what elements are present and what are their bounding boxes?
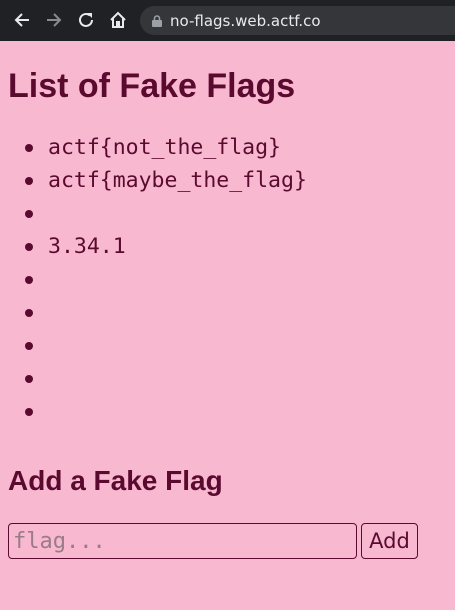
page-content: List of Fake Flags actf{not_the_flag} act…	[0, 41, 455, 559]
flag-text: actf{maybe_the_flag}	[48, 168, 307, 193]
back-arrow-icon[interactable]	[13, 11, 31, 29]
flag-list-item	[25, 362, 447, 395]
bullet-icon	[25, 210, 33, 218]
flag-list-item	[25, 197, 447, 230]
bullet-icon	[25, 243, 33, 251]
bullet-icon	[25, 177, 33, 185]
flag-list-item	[25, 395, 447, 428]
page-title: List of Fake Flags	[8, 67, 296, 105]
flag-text: actf{not_the_flag}	[48, 135, 281, 160]
forward-arrow-icon[interactable]	[45, 11, 63, 29]
add-flag-form: Add	[8, 523, 447, 559]
bullet-icon	[25, 144, 33, 152]
flag-input[interactable]	[8, 523, 357, 559]
home-icon[interactable]	[109, 11, 127, 29]
browser-toolbar: no-flags.web.actf.co	[0, 0, 455, 41]
flag-list-item	[25, 296, 447, 329]
flag-list-item: actf{maybe_the_flag}	[25, 164, 447, 197]
flag-list-item	[25, 329, 447, 362]
bullet-icon	[25, 342, 33, 350]
bullet-icon	[25, 309, 33, 317]
flag-list: actf{not_the_flag} actf{maybe_the_flag} 3.…	[8, 131, 447, 428]
bullet-icon	[25, 408, 33, 416]
add-button[interactable]: Add	[361, 523, 418, 559]
flag-list-item	[25, 263, 447, 296]
bullet-icon	[25, 375, 33, 383]
form-heading: Add a Fake Flag	[8, 465, 223, 496]
flag-list-item: actf{not_the_flag}	[25, 131, 447, 164]
flag-list-item: 3.34.1	[25, 230, 447, 263]
reload-icon[interactable]	[77, 11, 95, 29]
url-text[interactable]: no-flags.web.actf.co	[170, 12, 321, 30]
address-bar[interactable]: no-flags.web.actf.co	[140, 6, 455, 35]
bullet-icon	[25, 276, 33, 284]
flag-text: 3.34.1	[48, 234, 126, 259]
lock-icon[interactable]	[152, 14, 162, 27]
